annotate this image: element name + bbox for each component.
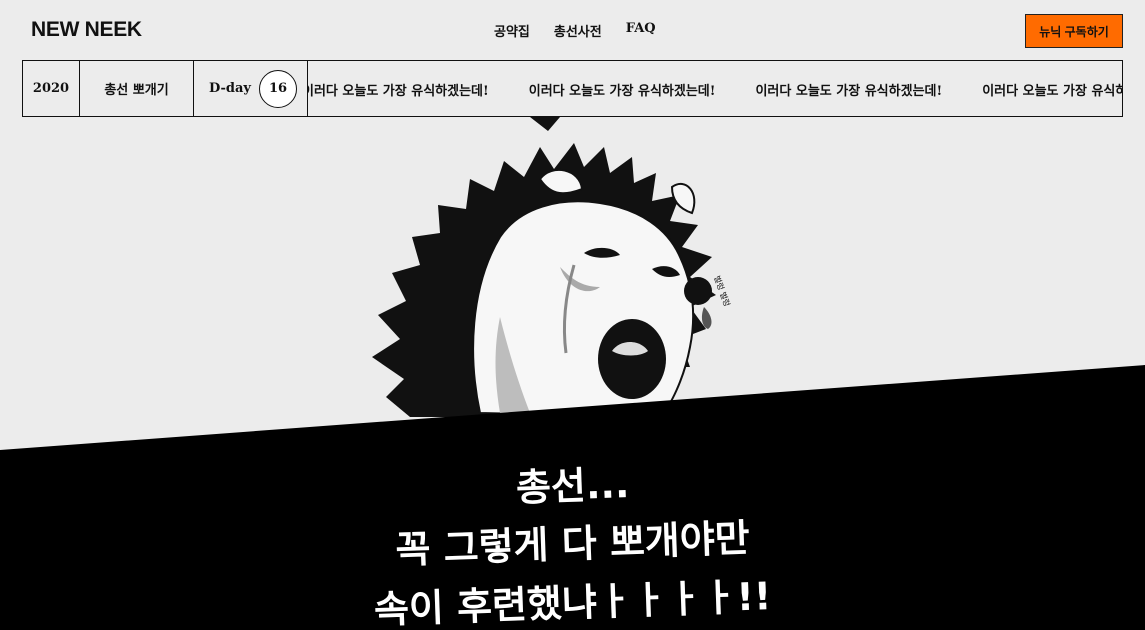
dday-cell: D-day 16: [194, 61, 308, 116]
ticker-item: 이러다 오늘도 가장 유식하겠는데!: [528, 84, 716, 99]
site-logo[interactable]: NEW NEEK: [31, 18, 142, 42]
series-title-cell: 총선 뽀개기: [80, 61, 194, 116]
marquee-ticker: 이러다 오늘도 가장 유식하겠는데! 이러다 오늘도 가장 유식하겠는데! 이러…: [308, 61, 1122, 116]
dday-label: D-day: [209, 81, 251, 96]
sound-effect-text: 벌렁 벌렁: [712, 274, 732, 307]
ticker-item: 이러다 오늘도 가장 유식하겠는데!: [308, 84, 489, 99]
ticker-track: 이러다 오늘도 가장 유식하겠는데! 이러다 오늘도 가장 유식하겠는데! 이러…: [308, 80, 1122, 99]
year-cell: 2020: [23, 61, 80, 116]
ticker-item: 이러다 오늘도 가장 유식하겠는데!: [755, 84, 943, 99]
info-strip: 2020 총선 뽀개기 D-day 16 이러다 오늘도 가장 유식하겠는데! …: [22, 60, 1123, 117]
dday-count-badge: 16: [258, 69, 297, 108]
main-nav: 공약집 총선사전 FAQ: [494, 21, 656, 40]
hero-section: 벌렁 벌렁 총선... 꼭 그렇게 다 뽀개야만 속이 후련했냐ㅏㅏㅏㅏ!!: [0, 117, 1145, 630]
nav-item-faq[interactable]: FAQ: [626, 21, 656, 40]
subscribe-button[interactable]: 뉴닉 구독하기: [1025, 14, 1123, 48]
site-header: NEW NEEK 공약집 총선사전 FAQ 뉴닉 구독하기: [0, 0, 1145, 60]
nav-item-election-dictionary[interactable]: 총선사전: [554, 21, 602, 40]
nav-item-pledges[interactable]: 공약집: [494, 21, 530, 40]
ticker-item: 이러다 오늘도 가장 유식하겠는데!: [982, 84, 1122, 99]
